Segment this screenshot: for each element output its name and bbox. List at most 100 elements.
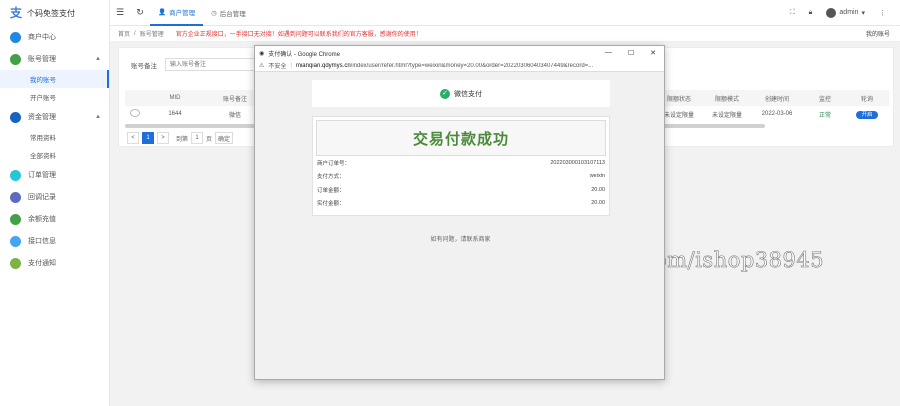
sidebar-subitem-common[interactable]: 常用资料 (0, 128, 109, 146)
info-row-amount: 订单金额： 20.00 (313, 183, 609, 197)
sidebar-item-label: 接口信息 (28, 238, 56, 245)
sidebar-item-label: 账号管理 (28, 56, 56, 63)
tab-merchant[interactable]: 👤 商户管理 (150, 0, 204, 26)
top-bar: ☰ ↻ 👤 商户管理 ◷ 后台管理 ⛶ 🔒︎ admin ▾ ⋮ (110, 0, 900, 26)
sidebar-item-label: 支付通知 (28, 260, 56, 267)
sidebar-item-label: 余额充值 (28, 216, 56, 223)
page-input[interactable]: 1 (191, 132, 204, 144)
row-radio[interactable] (130, 109, 140, 117)
api-icon (10, 235, 21, 247)
minimize-icon[interactable]: — (605, 49, 612, 57)
wechat-pay-icon: ✓ (440, 88, 450, 99)
sidebar-subitem-open-account[interactable]: 开户账号 (0, 88, 109, 106)
cell-monitor: 正常 (818, 112, 831, 119)
col-monitor: 监控 (818, 96, 831, 103)
menu-icon[interactable]: ☰ (110, 7, 130, 18)
sidebar-subitem-my-account[interactable]: 我的账号 (0, 70, 109, 88)
sidebar-item-label: 回调记录 (28, 194, 56, 201)
chevron-up-icon: ▲ (95, 56, 101, 62)
sidebar-item-label: 订单管理 (28, 172, 56, 179)
poll-toggle[interactable]: 开启 (856, 111, 878, 119)
sidebar-item-funds[interactable]: 资金管理 ▲ (0, 106, 109, 128)
address-separator: | (290, 62, 292, 69)
user-menu[interactable]: admin ▾ (826, 7, 865, 18)
info-label: 实付金额： (317, 201, 345, 208)
payment-note: 如有问题，请联系商家 (430, 237, 491, 243)
chevron-up-icon: ▲ (95, 114, 101, 120)
filter-bar: 账号备注 (131, 58, 255, 71)
close-icon[interactable]: ✕ (650, 49, 656, 57)
sidebar-item-callback[interactable]: 回调记录 (0, 186, 109, 208)
fullscreen-icon[interactable]: ⛶ (790, 9, 795, 17)
popup-title-bar: ◉ 支付确认 - Google Chrome — ☐ ✕ (255, 46, 664, 60)
col-mid: MID (169, 95, 181, 101)
cell-limit-mode: 未设定限量 (711, 112, 742, 119)
account-icon (10, 53, 21, 65)
sidebar-item-label: 商户中心 (28, 34, 56, 41)
more-icon[interactable]: ⋮ (879, 9, 886, 17)
orders-icon (10, 169, 21, 181)
popup-window-title: 支付确认 - Google Chrome (268, 51, 340, 58)
tab-label: 商户管理 (169, 9, 196, 17)
sidebar-item-api-info[interactable]: 接口信息 (0, 230, 109, 252)
payment-brand: 微信支付 (454, 90, 482, 98)
sidebar-item-label: 资金管理 (28, 114, 56, 121)
chrome-icon: ◉ (259, 50, 265, 57)
page-suffix: 页 (206, 136, 213, 143)
sidebar-item-orders[interactable]: 订单管理 (0, 164, 109, 186)
breadcrumb-home[interactable]: 首页 (118, 29, 130, 38)
chevron-down-icon: ▾ (861, 9, 865, 17)
app-logo[interactable]: 支 个码免签支付 (0, 0, 109, 26)
pagination: < 1 > 到第 1 页 确定 (127, 132, 234, 144)
warning-icon: ⚠ (259, 63, 265, 69)
topbar-right: ⛶ 🔒︎ admin ▾ ⋮ (790, 7, 900, 18)
tab-admin[interactable]: ◷ 后台管理 (203, 0, 254, 26)
goto-confirm-button[interactable]: 确定 (215, 132, 234, 144)
sidebar: 支 个码免签支付 商户中心 账号管理 ▲ 我的账号 开户账号 资金管理 ▲ 常用… (0, 0, 110, 406)
filter-label: 账号备注 (131, 62, 157, 70)
sidebar-item-pay-notify[interactable]: 支付通知 (0, 252, 109, 274)
tab-label: 后台管理 (219, 10, 246, 18)
sidebar-item-merchant-center[interactable]: 商户中心 (0, 26, 109, 48)
avatar (826, 7, 837, 18)
info-label: 支付方式： (317, 174, 345, 181)
refresh-icon[interactable]: ↻ (130, 7, 150, 18)
lock-icon[interactable]: 🔒︎ (809, 9, 813, 17)
info-value: weixin (589, 173, 605, 180)
info-value: 2022030001031071​13 (550, 159, 605, 166)
sidebar-subitem-all[interactable]: 全部资料 (0, 146, 109, 164)
payment-popup-window: ◉ 支付确认 - Google Chrome — ☐ ✕ ⚠ 不安全 | mia… (254, 45, 665, 380)
info-row-method: 支付方式： weixin (313, 170, 609, 184)
payment-success-title: 交易付款成功 (316, 120, 606, 156)
account-note-input[interactable] (165, 58, 255, 71)
username: admin (839, 9, 859, 16)
callback-icon (10, 191, 21, 203)
breadcrumb-sep: / (134, 30, 136, 37)
url-path: /index/user/refer.html?type=weixin&money… (350, 62, 594, 69)
prev-page-button[interactable]: < (127, 132, 139, 144)
info-row-order: 商户订单号： 2022030001031071​13 (313, 156, 609, 170)
payment-header: ✓ 微信支付 (312, 80, 610, 107)
maximize-icon[interactable]: ☐ (628, 49, 634, 57)
sidebar-item-recharge[interactable]: 余额充值 (0, 208, 109, 230)
breadcrumb: 首页 / 账号管理 官方企业正规接口，一手接口无对接！如遇到问题可以联系我们的官… (110, 26, 900, 42)
col-created: 创建时间 (764, 96, 789, 103)
next-page-button[interactable]: > (157, 132, 169, 144)
col-limit-mode: 限额模式 (714, 96, 739, 103)
dashboard-icon: ◷ (211, 9, 217, 17)
goto-label: 到第 (176, 136, 189, 143)
cell-created: 2022-03-06 (761, 111, 793, 117)
col-poll: 轮询 (860, 96, 873, 103)
address-bar[interactable]: ⚠ 不安全 | mianqian.qdymys.cn/index/user/re… (255, 60, 664, 72)
page-1-button[interactable]: 1 (142, 132, 154, 144)
funds-icon (10, 111, 21, 123)
app-title: 个码免签支付 (27, 8, 75, 18)
notice-text: 官方企业正规接口，一手接口无对接！如遇到问题可以联系我们的官方客服，感谢你的使用… (175, 32, 422, 38)
info-value: 20.00 (591, 186, 605, 193)
insecure-label: 不安全 (268, 64, 287, 70)
sidebar-item-account[interactable]: 账号管理 ▲ (0, 48, 109, 70)
notify-icon (10, 257, 21, 269)
recharge-icon (10, 213, 21, 225)
info-value: 20.00 (591, 200, 605, 207)
my-account-link[interactable]: 我的账号 (866, 29, 900, 38)
